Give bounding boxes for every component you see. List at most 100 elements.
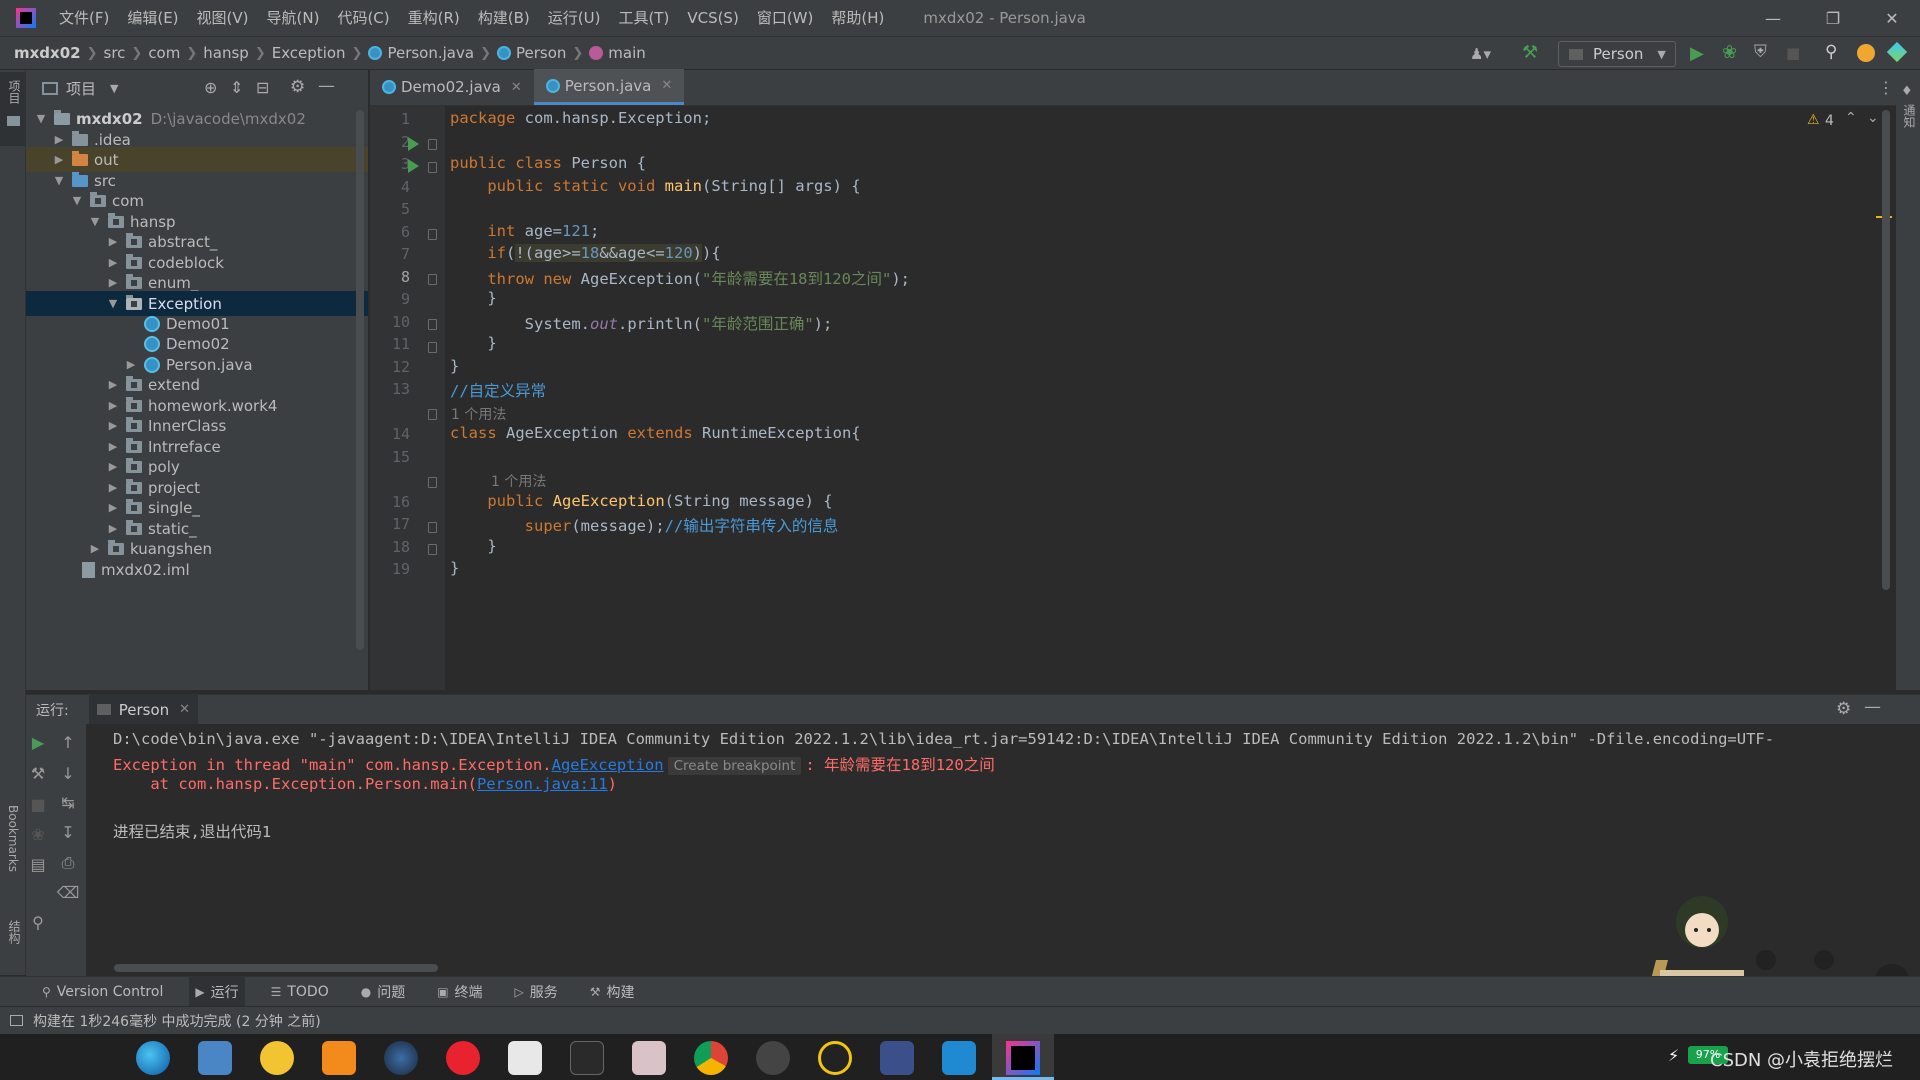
usage-hint[interactable]: 1 个用法 — [451, 404, 506, 424]
fold-icon[interactable] — [428, 409, 437, 420]
game-app-icon[interactable] — [260, 1041, 294, 1075]
scroll-to-end-icon[interactable]: ↧ — [56, 823, 80, 842]
bookmarks-tool-label[interactable]: Bookmarks — [6, 805, 20, 872]
up-icon[interactable]: ↑ — [56, 733, 80, 752]
tab-problems[interactable]: ● 问题 — [355, 977, 411, 1007]
tab-version-control[interactable]: ⚲ Version Control — [36, 977, 169, 1007]
tab-build[interactable]: ⚒ 构建 — [584, 977, 641, 1007]
menu-run[interactable]: 运行(U) — [539, 0, 610, 36]
status-message[interactable]: 构建在 1秒246毫秒 中成功完成 (2 分钟 之前) — [33, 1011, 321, 1031]
soft-wrap-icon[interactable]: ↹ — [56, 793, 80, 812]
status-icon[interactable] — [10, 1015, 23, 1026]
file-explorer-icon[interactable] — [198, 1041, 232, 1075]
stop-icon[interactable]: ■ — [26, 795, 50, 814]
tab-todo[interactable]: ☰ TODO — [265, 977, 335, 1007]
rerun-icon[interactable]: ▶ — [26, 733, 50, 752]
menu-view[interactable]: 视图(V) — [188, 0, 258, 36]
debug-icon[interactable]: ❀ — [1722, 42, 1737, 63]
locate-icon[interactable]: ⊕ — [204, 78, 217, 97]
run-gutter-icon[interactable] — [408, 159, 419, 173]
expand-all-icon[interactable]: ⇕ — [230, 78, 243, 97]
run-tab-person[interactable]: Person ✕ — [88, 694, 199, 725]
fold-icon[interactable] — [428, 544, 437, 555]
minimize-icon[interactable]: — — [1745, 0, 1801, 36]
layout-icon[interactable]: ▤ — [26, 855, 50, 874]
tab-person[interactable]: Person.java ✕ — [533, 69, 685, 105]
chevron-down-icon[interactable]: ▼ — [110, 82, 118, 95]
vscode-icon[interactable] — [942, 1041, 976, 1075]
taskbar-active-app[interactable] — [992, 1034, 1054, 1080]
menu-help[interactable]: 帮助(H) — [822, 0, 893, 36]
run-icon[interactable]: ▶ — [1690, 43, 1704, 64]
plugin-icon[interactable] — [1886, 41, 1908, 63]
collapse-all-icon[interactable]: ⊟ — [256, 78, 269, 97]
crumb-hansp[interactable]: hansp — [203, 44, 249, 62]
netease-music-icon[interactable] — [446, 1041, 480, 1075]
close-icon[interactable]: ✕ — [1864, 0, 1920, 36]
tab-terminal[interactable]: ▣ 终端 — [431, 977, 488, 1007]
menu-build[interactable]: 构建(B) — [469, 0, 539, 36]
menu-refactor[interactable]: 重构(R) — [399, 0, 469, 36]
restore-icon[interactable]: ❐ — [1805, 0, 1861, 36]
fold-icon[interactable] — [428, 274, 437, 285]
fold-icon[interactable] — [428, 522, 437, 533]
build-hammer-icon[interactable]: ⚒ — [1522, 42, 1538, 63]
warning-icon[interactable]: ⚠ — [1807, 112, 1820, 128]
run-gutter-icon[interactable] — [408, 137, 419, 151]
coverage-icon[interactable]: ⛨ — [1754, 42, 1767, 62]
menu-edit[interactable]: 编辑(E) — [118, 0, 187, 36]
create-breakpoint-hint[interactable]: Create breakpoint — [667, 757, 802, 775]
close-tab-icon[interactable]: ✕ — [511, 80, 522, 95]
close-tab-icon[interactable]: ✕ — [179, 702, 190, 717]
project-tool-label[interactable]: 项目 — [6, 80, 23, 104]
project-panel-title[interactable]: 项目 — [66, 78, 96, 99]
pin-icon[interactable]: ⚲ — [26, 913, 50, 932]
fold-icon[interactable] — [428, 139, 437, 150]
crumb-project[interactable]: mxdx02 — [14, 44, 81, 62]
g-app-icon[interactable] — [756, 1041, 790, 1075]
crumb-file[interactable]: Person.java — [368, 44, 474, 62]
hide-icon[interactable]: — — [318, 76, 335, 96]
debug-icon[interactable]: ❀ — [26, 825, 50, 844]
print-icon[interactable]: ⎙ — [56, 853, 80, 873]
tab-run[interactable]: ▶ 运行 — [189, 976, 245, 1007]
project-scrollbar[interactable] — [356, 110, 364, 650]
update-icon[interactable] — [1857, 44, 1875, 62]
menu-navigate[interactable]: 导航(N) — [258, 0, 329, 36]
menu-file[interactable]: 文件(F) — [50, 0, 118, 36]
structure-tool-label[interactable]: 结构 — [6, 920, 23, 944]
fold-icon[interactable] — [428, 162, 437, 173]
stop-icon[interactable]: ■ — [1786, 44, 1800, 62]
wrench-icon[interactable]: ⚒ — [26, 764, 50, 783]
menu-code[interactable]: 代码(C) — [328, 0, 398, 36]
fold-icon[interactable] — [428, 342, 437, 353]
menu-tools[interactable]: 工具(T) — [609, 0, 678, 36]
fold-icon[interactable] — [428, 229, 437, 240]
close-tab-icon[interactable]: ✕ — [661, 78, 672, 93]
bell-icon[interactable]: ♦ — [1901, 84, 1913, 99]
chrome-icon[interactable] — [694, 1041, 728, 1075]
crumb-src[interactable]: src — [104, 44, 126, 62]
editor-scrollbar[interactable] — [1882, 110, 1890, 590]
fold-icon[interactable] — [428, 319, 437, 330]
code-editor[interactable]: package com.hansp.Exception; public clas… — [445, 106, 1920, 690]
console-scrollbar[interactable] — [114, 964, 438, 972]
gear-icon[interactable]: ⚙ — [290, 77, 305, 97]
source-link[interactable]: Person.java:11 — [477, 775, 608, 793]
anime-app-icon[interactable] — [632, 1041, 666, 1075]
run-configuration-select[interactable]: Person ▼ — [1558, 41, 1676, 67]
previous-highlight-icon[interactable]: ⌃ — [1845, 110, 1857, 126]
tree-item-iml[interactable]: mxdx02.iml — [26, 557, 368, 582]
crumb-exception[interactable]: Exception — [272, 44, 346, 62]
usage-hint[interactable]: 1 个用法 — [491, 471, 546, 491]
qq-icon[interactable] — [818, 1041, 852, 1075]
crumb-method[interactable]: main — [589, 44, 646, 62]
crumb-com[interactable]: com — [148, 44, 180, 62]
menu-window[interactable]: 窗口(W) — [748, 0, 823, 36]
crumb-class[interactable]: Person — [496, 44, 566, 62]
steam-icon[interactable] — [384, 1041, 418, 1075]
search-icon[interactable]: ⚲ — [1825, 42, 1837, 62]
notifications-label[interactable]: 通知 — [1901, 104, 1918, 128]
trash-icon[interactable]: ⌫ — [56, 883, 80, 902]
more-icon[interactable]: ⋮ — [1878, 78, 1894, 97]
